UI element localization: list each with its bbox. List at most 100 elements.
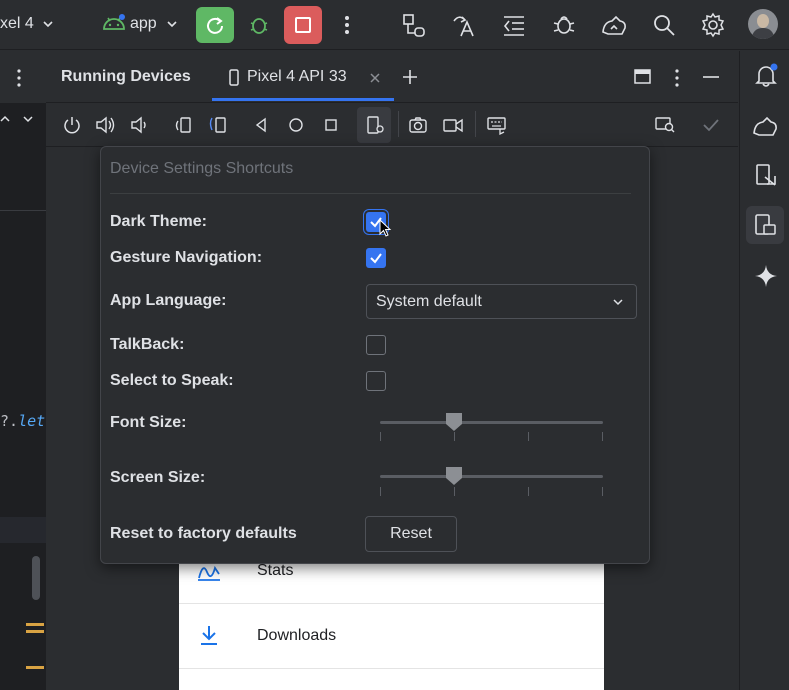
divider	[0, 210, 46, 211]
tab-label: Pixel 4 API 33	[247, 68, 347, 85]
app-inspection-icon[interactable]	[753, 163, 779, 189]
more-vertical-icon[interactable]	[14, 68, 24, 88]
logcat-icon[interactable]	[501, 12, 527, 38]
window-layout-icon[interactable]	[634, 69, 652, 85]
divider	[398, 111, 399, 137]
slider-track	[380, 475, 603, 478]
overview-icon[interactable]	[322, 116, 340, 134]
gemini-sparkle-icon[interactable]	[754, 264, 778, 288]
screen-search-icon[interactable]	[654, 115, 676, 135]
camera-icon[interactable]	[408, 115, 428, 135]
slider-tick	[602, 432, 603, 441]
list-item-label: Downloads	[257, 627, 337, 644]
list-item-label: Stats	[257, 562, 294, 579]
device-mirror-icon[interactable]	[600, 12, 628, 38]
phone-icon	[229, 69, 239, 86]
reset-label: Reset to factory defaults	[110, 525, 297, 542]
list-item[interactable]: Downloads	[179, 605, 604, 669]
slider-tick	[380, 487, 381, 496]
keyboard-icon[interactable]	[486, 115, 508, 135]
device-toolbar	[46, 103, 738, 147]
font-size-label: Font Size:	[110, 414, 187, 431]
chevron-down-icon[interactable]	[42, 18, 54, 30]
notifications-icon[interactable]	[753, 62, 779, 88]
home-icon[interactable]	[287, 116, 305, 134]
running-devices-header: Running Devices Pixel 4 API 33	[46, 51, 738, 103]
plus-icon[interactable]	[401, 68, 419, 86]
talkback-label: TalkBack:	[110, 336, 185, 353]
main-toolbar: xel 4 app	[0, 0, 789, 50]
screen-record-icon[interactable]	[442, 115, 464, 135]
android-icon	[103, 14, 125, 30]
gesture-navigation-label: Gesture Navigation:	[110, 249, 263, 266]
stop-icon	[295, 17, 311, 33]
power-icon[interactable]	[62, 115, 82, 135]
right-tool-strip	[739, 51, 789, 690]
project-structure-icon[interactable]	[401, 12, 427, 38]
select-to-speak-label: Select to Speak:	[110, 372, 234, 389]
talkback-checkbox[interactable]	[366, 335, 386, 355]
checkmark-icon	[370, 253, 382, 264]
rotate-left-icon[interactable]	[173, 115, 193, 135]
device-manager-icon[interactable]	[751, 113, 779, 139]
dropdown-value: System default	[376, 293, 482, 310]
select-to-speak-checkbox[interactable]	[366, 371, 386, 391]
translate-icon[interactable]	[451, 12, 477, 38]
slider-thumb[interactable]	[445, 466, 463, 486]
slider-track	[380, 421, 603, 424]
device-selector[interactable]: xel 4	[0, 15, 34, 33]
slider-tick	[380, 432, 381, 441]
slider-tick	[602, 487, 603, 496]
more-vertical-icon[interactable]	[672, 68, 682, 88]
refresh-icon	[207, 17, 223, 34]
search-icon[interactable]	[651, 12, 677, 38]
running-devices-tool-button[interactable]	[746, 206, 784, 244]
stop-button[interactable]	[284, 6, 322, 44]
dark-theme-label: Dark Theme:	[110, 213, 207, 230]
marker	[26, 630, 44, 633]
gear-icon[interactable]	[700, 12, 726, 38]
download-icon	[201, 626, 217, 645]
reset-button[interactable]: Reset	[365, 516, 457, 552]
slider-tick	[528, 432, 529, 441]
volume-down-icon[interactable]	[130, 115, 150, 135]
bug-report-icon[interactable]	[551, 12, 577, 38]
slider-thumb[interactable]	[445, 412, 463, 432]
chevron-up-icon[interactable]	[0, 114, 12, 124]
panel-title: Running Devices	[61, 68, 191, 85]
marker	[26, 666, 44, 669]
app-language-dropdown[interactable]: System default	[366, 284, 637, 319]
device-settings-popup: Device Settings Shortcuts Dark Theme: Ge…	[100, 146, 650, 564]
popup-title: Device Settings Shortcuts	[110, 160, 294, 177]
divider	[110, 193, 631, 194]
current-line-highlight	[0, 517, 46, 543]
divider	[475, 111, 476, 137]
code-fragment: ?.let	[0, 412, 46, 430]
apply-changes-button[interactable]	[196, 7, 234, 43]
chevron-down-icon[interactable]	[22, 114, 34, 124]
back-icon[interactable]	[253, 116, 269, 134]
minimize-icon[interactable]	[702, 75, 720, 79]
editor-gutter: ?.let	[0, 51, 46, 690]
tab-underline	[212, 98, 394, 101]
chevron-down-icon	[613, 299, 623, 306]
gesture-navigation-checkbox[interactable]	[366, 248, 386, 268]
chevron-down-icon[interactable]	[166, 18, 178, 30]
marker	[26, 623, 44, 626]
screen-size-label: Screen Size:	[110, 469, 206, 486]
scrollbar[interactable]	[32, 556, 40, 600]
debug-icon[interactable]	[247, 13, 271, 37]
slider-tick	[528, 487, 529, 496]
close-icon[interactable]	[369, 72, 381, 84]
run-config-label[interactable]: app	[130, 15, 157, 33]
app-language-label: App Language:	[110, 292, 227, 309]
slider-tick	[454, 432, 455, 441]
running-devices-icon	[755, 214, 776, 235]
checkmark-icon[interactable]	[702, 117, 720, 133]
device-settings-button[interactable]	[357, 107, 391, 143]
avatar[interactable]	[748, 9, 778, 39]
volume-up-icon[interactable]	[95, 115, 117, 135]
more-vertical-icon[interactable]	[339, 14, 355, 36]
tab-pixel-4[interactable]: Pixel 4 API 33	[212, 51, 394, 103]
rotate-right-icon[interactable]	[207, 115, 229, 135]
